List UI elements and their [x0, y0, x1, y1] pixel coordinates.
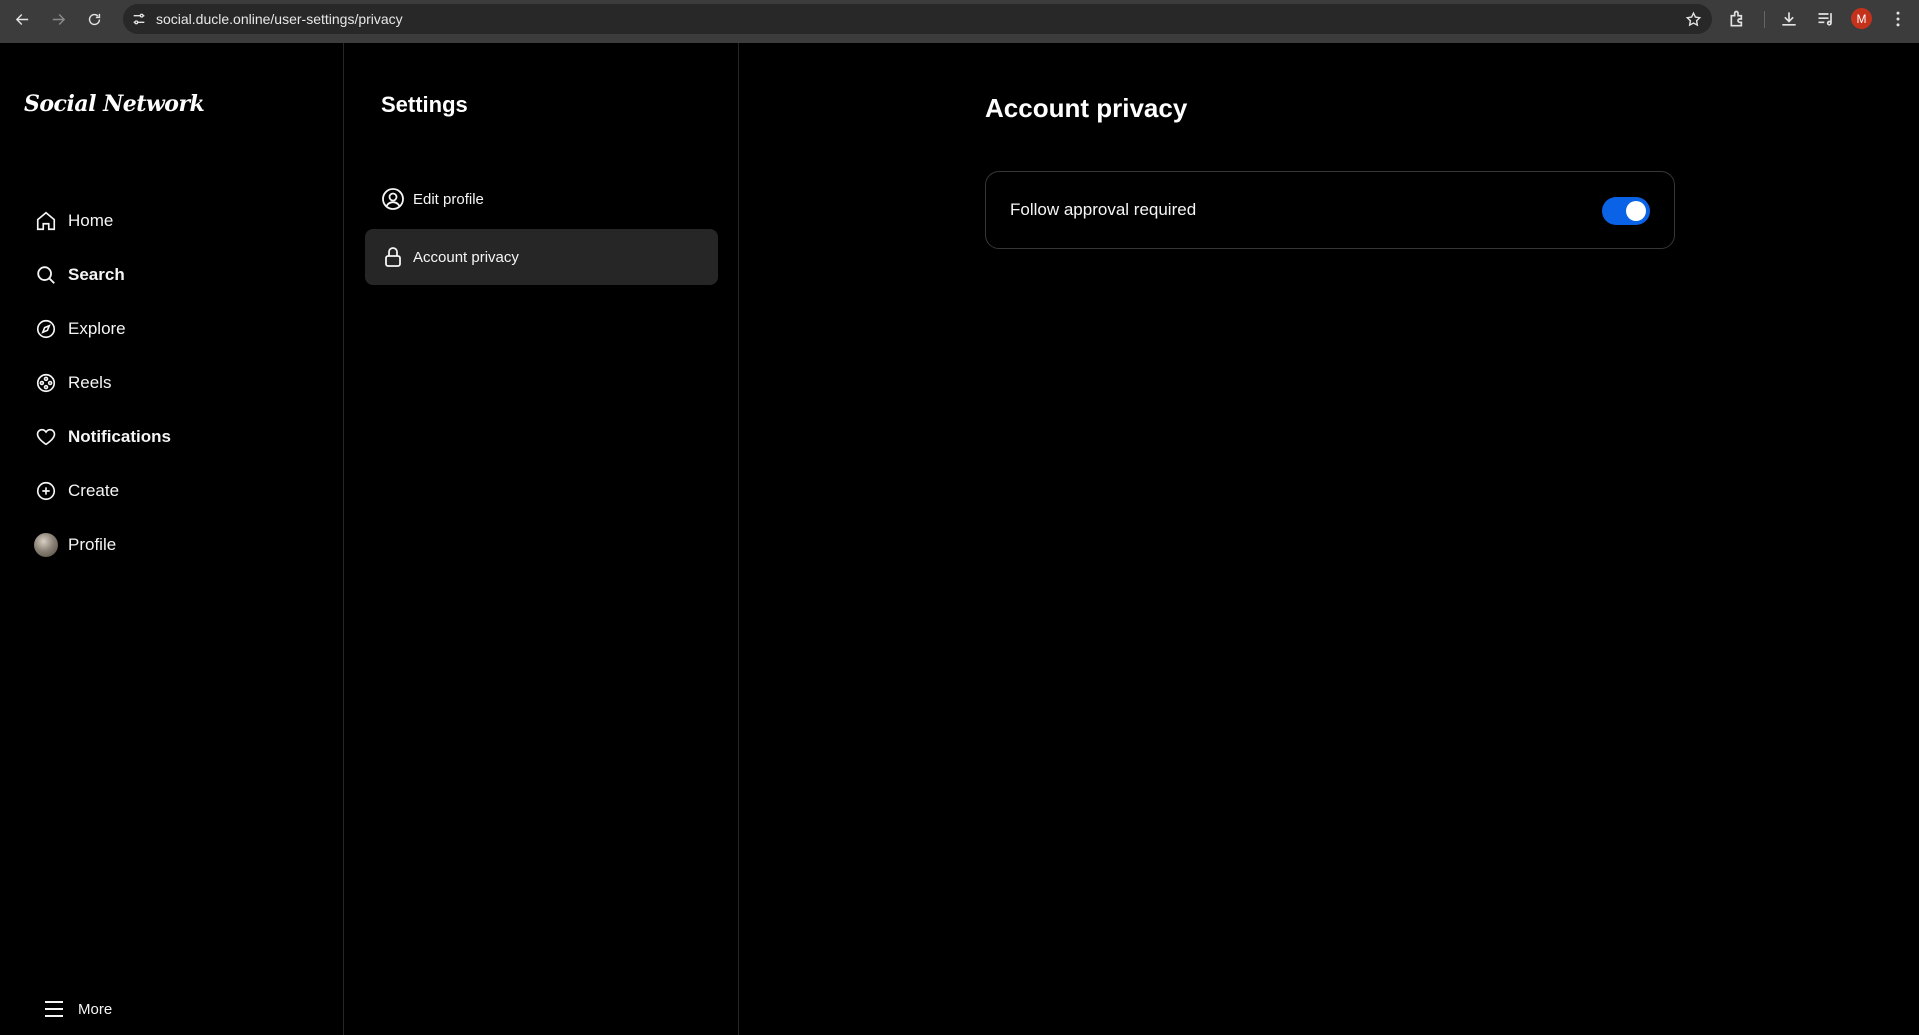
settings-item-account-privacy[interactable]: Account privacy	[365, 229, 718, 285]
page-title: Account privacy	[985, 93, 1188, 123]
nav-item-create[interactable]: Create	[34, 471, 119, 511]
download-icon[interactable]	[1779, 9, 1799, 29]
lock-icon	[385, 247, 401, 267]
more-label: More	[78, 1000, 113, 1018]
heart-icon	[34, 425, 58, 449]
plus-circle-icon	[34, 479, 58, 503]
media-controls-icon[interactable]	[1816, 9, 1836, 29]
arrow-left-icon	[15, 13, 28, 25]
url-text: social.ducle.online/user-settings/privac…	[156, 11, 403, 27]
forward-button[interactable]	[46, 7, 70, 31]
left-sidebar: Social Network Home Search Explore Reels…	[0, 43, 344, 1035]
reload-button[interactable]	[82, 7, 106, 31]
toggle-knob	[1626, 201, 1646, 221]
reload-icon	[88, 13, 100, 25]
kebab-menu-icon[interactable]	[1888, 9, 1908, 29]
user-circle-icon	[382, 188, 404, 210]
site-info-icon[interactable]	[131, 11, 147, 27]
reels-icon	[34, 371, 58, 395]
arrow-right-icon	[52, 13, 65, 25]
follow-approval-label: Follow approval required	[1010, 200, 1197, 219]
follow-approval-toggle[interactable]	[1602, 197, 1650, 225]
settings-item-edit-profile[interactable]: Edit profile	[365, 171, 718, 227]
extensions-icon[interactable]	[1728, 9, 1748, 29]
toolbar-divider	[1764, 11, 1765, 28]
back-button[interactable]	[10, 7, 34, 31]
avatar	[34, 533, 58, 557]
nav-item-label: Create	[68, 481, 120, 500]
nav-item-search[interactable]: Search	[34, 255, 125, 295]
nav-item-reels[interactable]: Reels	[34, 363, 111, 403]
settings-panel: Settings Edit profile Account privacy	[345, 43, 739, 1035]
nav-item-notifications[interactable]: Notifications	[34, 417, 171, 457]
main-content: Account privacy Follow approval required	[740, 43, 1919, 1035]
bookmark-star-icon[interactable]	[1685, 11, 1702, 28]
app-logo[interactable]: Social Network	[24, 91, 205, 117]
nav-item-explore[interactable]: Explore	[34, 309, 126, 349]
settings-item-label: Edit profile	[413, 190, 484, 208]
nav-item-label: Search	[68, 265, 125, 284]
settings-item-label: Account privacy	[413, 248, 519, 266]
nav-item-label: Profile	[68, 535, 117, 554]
follow-approval-card: Follow approval required	[985, 171, 1675, 249]
nav-item-label: Notifications	[68, 427, 171, 446]
home-icon	[34, 209, 58, 233]
browser-toolbar: social.ducle.online/user-settings/privac…	[0, 0, 1919, 43]
more-button[interactable]: More	[42, 997, 112, 1021]
nav-item-label: Home	[68, 211, 114, 230]
nav-item-label: Explore	[68, 319, 126, 338]
nav-item-home[interactable]: Home	[34, 201, 113, 241]
nav-item-label: Reels	[68, 373, 112, 392]
browser-profile-avatar[interactable]: M	[1851, 8, 1872, 29]
search-icon	[34, 263, 58, 287]
address-bar[interactable]: social.ducle.online/user-settings/privac…	[123, 4, 1712, 34]
settings-title: Settings	[381, 92, 468, 117]
compass-icon	[34, 317, 58, 341]
hamburger-menu-icon	[45, 1001, 63, 1017]
nav-item-profile[interactable]: Profile	[34, 525, 116, 565]
